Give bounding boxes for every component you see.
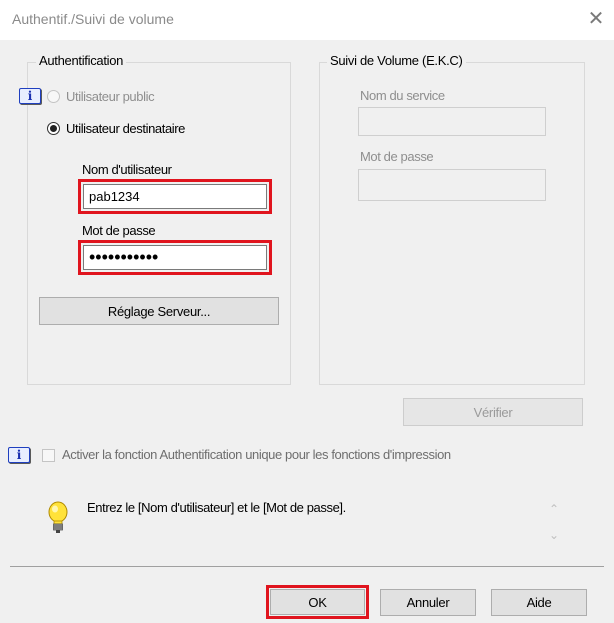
verify-button[interactable]: Vérifier (403, 398, 583, 426)
volume-group-title: Suivi de Volume (E.K.C) (327, 53, 466, 68)
bulb-icon-wrap (47, 501, 69, 538)
single-auth-checkbox[interactable] (42, 449, 55, 462)
scroll-down-icon[interactable]: ⌄ (546, 528, 562, 542)
scroll-up-icon[interactable]: ⌃ (546, 502, 562, 516)
single-auth-label: Activer la fonction Authentification uni… (62, 447, 451, 462)
username-label: Nom d'utilisateur (82, 162, 172, 177)
window-title: Authentif./Suivi de volume (12, 11, 174, 27)
password-input[interactable] (84, 246, 266, 269)
info-icon: i (8, 447, 30, 463)
volume-password-label: Mot de passe (360, 149, 434, 164)
close-icon[interactable]: ✕ (584, 6, 608, 30)
dest-user-radio[interactable] (47, 122, 60, 135)
lightbulb-icon (48, 501, 68, 533)
volume-password-field[interactable] (358, 169, 546, 201)
cancel-button[interactable]: Annuler (380, 589, 476, 616)
dest-user-label: Utilisateur destinataire (66, 121, 186, 136)
ok-button[interactable]: OK (270, 589, 365, 615)
public-user-radio[interactable] (47, 90, 60, 103)
username-field[interactable] (83, 184, 267, 209)
auth-group (27, 62, 291, 385)
service-name-field[interactable] (358, 107, 546, 136)
password-label: Mot de passe (82, 223, 156, 238)
password-field[interactable] (83, 245, 267, 270)
auth-group-title: Authentification (36, 53, 127, 68)
info-icon: i (19, 88, 41, 104)
public-user-label: Utilisateur public (66, 89, 155, 104)
title-bar: Authentif./Suivi de volume ✕ (0, 0, 614, 40)
footer-separator (10, 566, 604, 567)
service-name-label: Nom du service (360, 88, 445, 103)
help-message: Entrez le [Nom d'utilisateur] et le [Mot… (87, 500, 346, 515)
server-settings-button[interactable]: Réglage Serveur... (39, 297, 279, 325)
username-input[interactable] (84, 185, 266, 208)
help-button[interactable]: Aide (491, 589, 587, 616)
